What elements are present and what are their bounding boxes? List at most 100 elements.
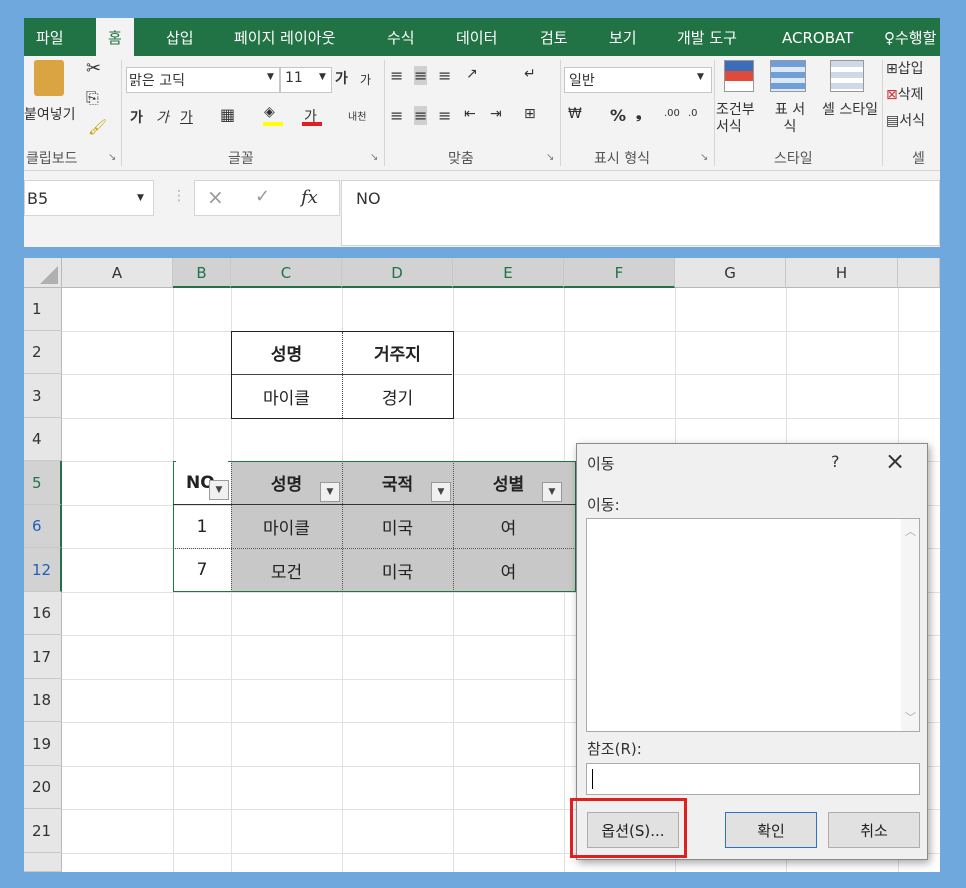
row-header-17[interactable]: 17 xyxy=(24,635,62,679)
phonetic-button[interactable]: 내천 xyxy=(348,108,366,123)
tab-home[interactable]: 홈 xyxy=(96,18,134,56)
tab-review[interactable]: 검토 xyxy=(540,18,568,56)
tell-me-search[interactable]: ♀수행할 xyxy=(884,18,936,56)
column-header-c[interactable]: C xyxy=(231,258,342,288)
criteria-value-name[interactable]: 마이클 xyxy=(231,374,342,418)
dialog-launcher-icon[interactable]: ↘ xyxy=(700,152,708,163)
listbox-scrollbar[interactable]: ︿ ﹀ xyxy=(901,519,919,731)
cut-icon[interactable]: ✂ xyxy=(86,58,101,79)
currency-icon[interactable]: ₩ xyxy=(568,106,582,122)
name-box[interactable]: B5 ▼ xyxy=(24,180,154,216)
help-button[interactable]: ? xyxy=(831,452,840,471)
cancel-entry-icon[interactable]: × xyxy=(207,185,224,209)
tab-formulas[interactable]: 수식 xyxy=(387,18,415,56)
row-header-21[interactable]: 21 xyxy=(24,809,62,853)
row-header-4[interactable]: 4 xyxy=(24,418,62,461)
row-header-1[interactable]: 1 xyxy=(24,288,62,331)
tab-data[interactable]: 데이터 xyxy=(456,18,497,56)
copy-icon[interactable]: ⎘ xyxy=(86,88,99,108)
row-header-18[interactable]: 18 xyxy=(24,679,62,722)
column-header-b[interactable]: B xyxy=(173,258,231,288)
criteria-header-residence[interactable]: 거주지 xyxy=(342,331,453,374)
delete-cells-button[interactable]: ⊠삭제 xyxy=(886,84,924,104)
format-table-icon[interactable] xyxy=(770,60,806,92)
dialog-launcher-icon[interactable]: ↘ xyxy=(370,152,378,163)
bold-button[interactable]: 가 xyxy=(130,107,143,127)
fill-color-icon[interactable]: ◈ xyxy=(264,104,275,120)
ok-button[interactable]: 확인 xyxy=(725,812,817,848)
filter-dropdown-icon[interactable]: ▼ xyxy=(209,480,229,500)
tab-developer[interactable]: 개발 도구 xyxy=(677,18,737,56)
tab-page-layout[interactable]: 페이지 레이아웃 xyxy=(234,18,335,56)
increase-decimal-icon[interactable]: .00 xyxy=(664,108,680,119)
enter-entry-icon[interactable]: ✓ xyxy=(255,186,270,207)
table-cell[interactable]: 미국 xyxy=(342,505,453,548)
align-left-icon[interactable]: ≡ xyxy=(390,106,403,125)
close-icon[interactable]: × xyxy=(885,447,905,475)
filter-dropdown-icon[interactable]: ▼ xyxy=(320,482,340,502)
italic-button[interactable]: 가 xyxy=(156,107,169,127)
wrap-text-icon[interactable]: ↵ xyxy=(524,66,536,82)
row-header-20[interactable]: 20 xyxy=(24,766,62,809)
filter-active-icon[interactable]: ▼ xyxy=(431,482,451,502)
font-size-combo[interactable]: 11 ▼ xyxy=(280,67,332,93)
merge-center-icon[interactable]: ⊞ xyxy=(524,106,536,122)
number-format-combo[interactable]: 일반 ▼ xyxy=(564,67,712,93)
decrease-indent-icon[interactable]: ⇤ xyxy=(464,106,476,122)
dialog-launcher-icon[interactable]: ↘ xyxy=(546,152,554,163)
reference-input[interactable] xyxy=(586,763,920,795)
cell-styles-icon[interactable] xyxy=(830,60,864,92)
insert-function-button[interactable]: fx xyxy=(301,187,318,208)
row-header-6[interactable]: 6 xyxy=(24,505,62,548)
format-as-table-button[interactable]: 표 서식 xyxy=(770,102,810,136)
insert-cells-button[interactable]: ⊞삽입 xyxy=(886,58,924,78)
row-header-16[interactable]: 16 xyxy=(24,592,62,635)
paste-icon[interactable] xyxy=(34,60,64,96)
row-header-12[interactable]: 12 xyxy=(24,548,62,592)
font-name-combo[interactable]: 맑은 고딕 ▼ xyxy=(126,67,280,93)
cancel-button[interactable]: 취소 xyxy=(828,812,920,848)
row-header-22[interactable] xyxy=(24,853,62,872)
criteria-header-name[interactable]: 성명 xyxy=(231,331,342,374)
column-header-d[interactable]: D xyxy=(342,258,453,288)
format-cells-button[interactable]: ▤서식 xyxy=(886,110,925,130)
format-painter-icon[interactable]: 🖌 xyxy=(88,118,107,136)
align-right-icon[interactable]: ≡ xyxy=(438,106,451,125)
table-cell[interactable]: 미국 xyxy=(342,548,453,592)
conditional-format-icon[interactable] xyxy=(724,60,754,92)
tab-view[interactable]: 보기 xyxy=(609,18,637,56)
cell-styles-button[interactable]: 셀 스타일 xyxy=(822,102,878,119)
splitter-icon[interactable]: ⋮ xyxy=(172,188,186,204)
tab-insert[interactable]: 삽입 xyxy=(166,18,194,56)
table-cell[interactable]: 여 xyxy=(453,505,564,548)
column-header-f[interactable]: F xyxy=(564,258,675,288)
align-top-icon[interactable]: ≡ xyxy=(390,66,403,85)
orientation-icon[interactable]: ↗ xyxy=(466,66,478,82)
grow-font-button[interactable]: 가 xyxy=(335,68,348,88)
column-header-i[interactable] xyxy=(898,258,940,288)
column-header-g[interactable]: G xyxy=(675,258,786,288)
comma-button[interactable]: ❟ xyxy=(636,106,642,122)
goto-listbox[interactable]: ︿ ﹀ xyxy=(586,518,920,732)
align-center-icon[interactable]: ≡ xyxy=(414,106,428,125)
table-cell[interactable]: 여 xyxy=(453,548,564,592)
select-all-button[interactable] xyxy=(24,258,62,288)
percent-button[interactable]: % xyxy=(610,106,626,125)
column-header-h[interactable]: H xyxy=(786,258,898,288)
shrink-font-button[interactable]: 가 xyxy=(360,71,371,88)
align-bottom-icon[interactable]: ≡ xyxy=(438,66,451,85)
decrease-decimal-icon[interactable]: .0 xyxy=(688,108,698,119)
tab-file[interactable]: 파일 xyxy=(36,18,64,56)
filter-active-icon[interactable]: ▼ xyxy=(542,482,562,502)
border-icon[interactable]: ▦ xyxy=(220,105,235,124)
row-header-2[interactable]: 2 xyxy=(24,331,62,374)
increase-indent-icon[interactable]: ⇥ xyxy=(490,106,502,122)
table-cell[interactable]: 마이클 xyxy=(231,505,342,548)
row-header-3[interactable]: 3 xyxy=(24,374,62,418)
row-header-19[interactable]: 19 xyxy=(24,722,62,766)
table-cell[interactable]: 1 xyxy=(173,505,231,548)
criteria-value-residence[interactable]: 경기 xyxy=(342,374,453,418)
underline-button[interactable]: 가 xyxy=(180,107,193,127)
column-header-e[interactable]: E xyxy=(453,258,564,288)
conditional-format-button[interactable]: 조건부 서식 xyxy=(716,102,766,136)
